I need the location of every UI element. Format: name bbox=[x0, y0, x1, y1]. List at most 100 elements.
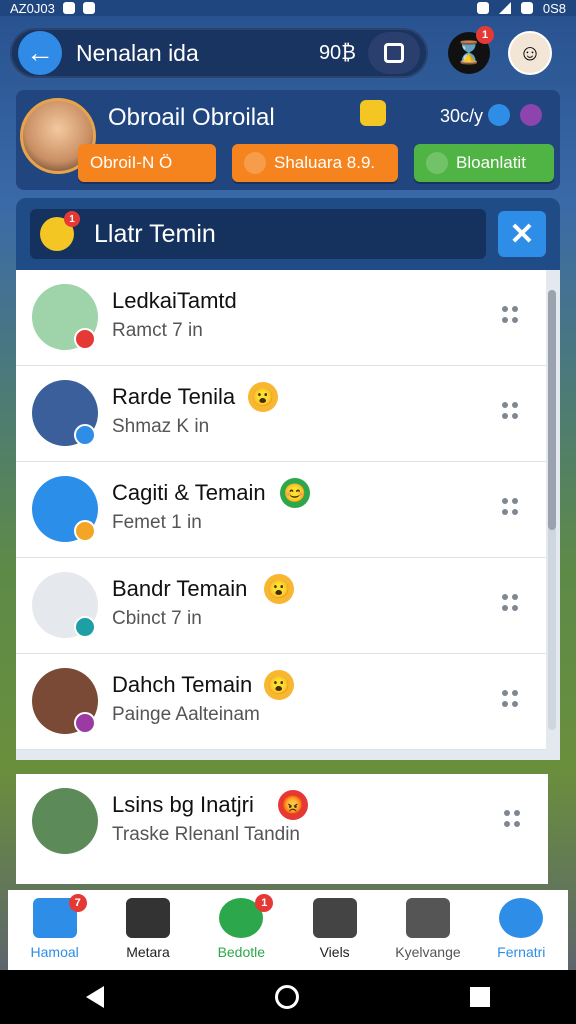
emoji-icon: 😮 bbox=[264, 574, 294, 604]
header-badge: 1 bbox=[64, 211, 80, 227]
friend-row-5[interactable]: Lsins bg Inatjri 😡 Traske Rlenanl Tandin bbox=[16, 774, 548, 870]
nav-home-badge: 7 bbox=[68, 894, 87, 912]
nav-kyelvange[interactable]: Kyelvange bbox=[382, 898, 474, 960]
back-button[interactable]: ← bbox=[18, 31, 62, 75]
status-indicator bbox=[74, 712, 96, 734]
chip-1-label: Shaluara 8.9. bbox=[274, 153, 376, 172]
gift-icon bbox=[520, 104, 542, 126]
system-recents-icon[interactable] bbox=[470, 987, 491, 1007]
status-indicator bbox=[74, 328, 96, 350]
avatar-face-icon: ☺ bbox=[518, 40, 542, 65]
notifications-button[interactable]: ⌛ 1 bbox=[448, 26, 494, 74]
tag-icon bbox=[125, 898, 170, 938]
friend-row-4[interactable]: Dahch Temain 😮 Painge Aalteinam bbox=[16, 654, 546, 750]
nav-metara[interactable]: Metara bbox=[102, 898, 194, 960]
friend-face-icon bbox=[426, 152, 448, 174]
nav-bedotle[interactable]: 1 Bedotle bbox=[195, 894, 287, 960]
badge-icon bbox=[488, 104, 510, 126]
shield-icon bbox=[405, 898, 450, 938]
status-indicator bbox=[74, 616, 96, 638]
friend-status: Cbinct 7 in bbox=[112, 608, 202, 629]
profile-points: 30c/y bbox=[440, 106, 484, 126]
emoji-icon: 😮 bbox=[248, 382, 278, 412]
nav-profile[interactable]: Fernatri bbox=[475, 898, 567, 960]
wifi-icon bbox=[520, 2, 533, 14]
system-back-icon[interactable] bbox=[85, 986, 104, 1008]
close-button[interactable]: ✕ bbox=[498, 211, 546, 257]
friend-status: Painge Aalteinam bbox=[112, 704, 260, 725]
more-dots-icon[interactable] bbox=[502, 306, 520, 324]
nav-metara-label: Metara bbox=[126, 944, 170, 960]
friend-list-header: 1 Llatr Temin ✕ bbox=[16, 198, 560, 270]
chip-2-label: Bloanlatit bbox=[456, 153, 526, 172]
chip-0-label: ObroiI-N Ö bbox=[90, 153, 173, 172]
more-dots-icon[interactable] bbox=[502, 594, 520, 612]
friend-name: Cagiti & Temain bbox=[112, 480, 266, 505]
chip-0[interactable]: ObroiI-N Ö bbox=[78, 144, 216, 182]
list-scrollbar[interactable] bbox=[548, 290, 556, 730]
nav-profile-label: Fernatri bbox=[497, 944, 546, 960]
arrow-left-icon: ← bbox=[26, 37, 54, 68]
nav-bedotle-label: Bedotle bbox=[217, 944, 266, 960]
emoji-icon: 😮 bbox=[264, 670, 294, 700]
top-bar: ← Nenalan ida 90₿ ⌛ 1 ☺ bbox=[10, 22, 566, 84]
status-indicator bbox=[74, 520, 96, 542]
friend-row-0[interactable]: LedkaiTamtd Ramct 7 in bbox=[16, 270, 546, 366]
friend-status: Traske Rlenanl Tandin bbox=[112, 824, 300, 845]
scroll-thumb[interactable] bbox=[548, 290, 556, 530]
system-home-icon[interactable] bbox=[274, 985, 299, 1009]
friend-name: Dahch Temain bbox=[112, 672, 253, 697]
profile-banner: Obroail Obroilal 30c/y ObroiI-N Ö Shalua… bbox=[16, 90, 560, 190]
friend-name: Rarde Tenila bbox=[112, 384, 236, 409]
chip-1[interactable]: Shaluara 8.9. bbox=[232, 144, 398, 182]
profile-name: Obroail Obroilal bbox=[108, 104, 275, 131]
more-dots-icon[interactable] bbox=[502, 498, 520, 516]
nav-viels-label: Viels bbox=[319, 944, 350, 960]
status-indicator bbox=[74, 424, 96, 446]
bottom-nav: 7 Hamoal Metara 1 Bedotle Viels Kyelvang… bbox=[8, 890, 568, 970]
mascot-icon: 1 bbox=[40, 211, 80, 251]
emoji-icon: 😊 bbox=[280, 478, 310, 508]
coin-count: 90₿ bbox=[318, 41, 356, 64]
more-dots-icon[interactable] bbox=[502, 402, 520, 420]
app-icon bbox=[82, 2, 95, 14]
list-title-field: 1 Llatr Temin bbox=[30, 209, 486, 259]
list-title: Llatr Temin bbox=[94, 219, 216, 248]
friend-row-1[interactable]: Rarde Tenila 😮 Shmaz K in bbox=[16, 366, 546, 462]
battery-text: 0S8 bbox=[542, 0, 566, 16]
bluetooth-icon bbox=[476, 2, 489, 14]
more-dots-icon[interactable] bbox=[502, 690, 520, 708]
chip-2[interactable]: Bloanlatit bbox=[414, 144, 554, 182]
top-search-pill[interactable]: ← Nenalan ida 90₿ bbox=[10, 28, 428, 78]
friend-row-2[interactable]: Cagiti & Temain 😊 Femet 1 in bbox=[16, 462, 546, 558]
emoji-icon: 😡 bbox=[278, 790, 308, 820]
trophy-icon bbox=[360, 100, 386, 126]
signal-icon bbox=[498, 2, 511, 14]
friend-name: Lsins bg Inatjri bbox=[112, 792, 254, 817]
friend-card-separate[interactable]: Lsins bg Inatjri 😡 Traske Rlenanl Tandin bbox=[16, 774, 548, 884]
friend-status: Shmaz K in bbox=[112, 416, 210, 437]
nav-home[interactable]: 7 Hamoal bbox=[9, 894, 101, 960]
friend-list: LedkaiTamtd Ramct 7 in Rarde Tenila 😮 Sh… bbox=[16, 270, 560, 760]
friend-status: Ramct 7 in bbox=[112, 320, 203, 341]
system-nav bbox=[0, 970, 576, 1024]
friend-name: Bandr Temain bbox=[112, 576, 248, 601]
cake-icon bbox=[244, 152, 266, 174]
status-bar: AZ0J03 0S8 bbox=[0, 0, 576, 16]
friend-avatar bbox=[32, 788, 98, 854]
status-time: AZ0J03 bbox=[10, 0, 55, 16]
nav-home-label: Hamoal bbox=[30, 944, 79, 960]
notifications-badge: 1 bbox=[476, 26, 494, 44]
page-title: Nenalan ida bbox=[76, 39, 199, 66]
more-dots-icon[interactable] bbox=[504, 810, 522, 828]
nav-bedotle-badge: 1 bbox=[255, 894, 274, 912]
hourglass-icon: ⌛ bbox=[455, 40, 483, 65]
edit-button[interactable] bbox=[368, 32, 420, 74]
nav-viels[interactable]: Viels bbox=[289, 898, 381, 960]
nav-kyelvange-label: Kyelvange bbox=[395, 944, 461, 960]
close-icon: ✕ bbox=[509, 217, 535, 251]
brush-icon bbox=[312, 898, 357, 938]
friend-name: LedkaiTamtd bbox=[112, 288, 237, 313]
user-avatar[interactable]: ☺ bbox=[508, 31, 552, 75]
friend-row-3[interactable]: Bandr Temain 😮 Cbinct 7 in bbox=[16, 558, 546, 654]
